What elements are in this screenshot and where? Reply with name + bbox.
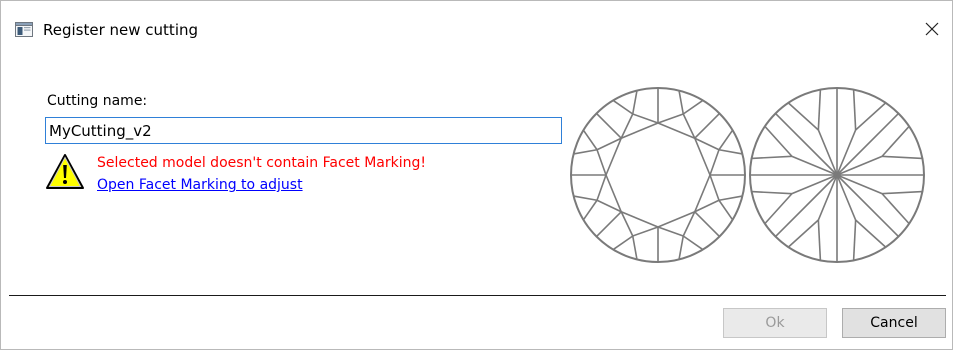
pavilion-lower-girdle-facet [817,89,822,131]
crown-diagram [570,87,746,263]
title-bar: Register new cutting [1,1,952,53]
pavilion-lower-girdle-facet [881,190,923,195]
pavilion-lower-girdle-facet [852,219,857,261]
crown-upper-girdle-facet [718,199,734,221]
facet-marking-error: Selected model doesn't contain Facet Mar… [97,155,426,171]
crown-upper-girdle-facet [682,235,704,251]
crown-star-facet [709,149,720,176]
close-icon [925,22,939,36]
pavilion-main-facet [774,174,838,238]
pavilion-lower-girdle-facet [855,102,887,131]
pavilion-lower-girdle-facet [751,190,793,195]
crown-star-facet [596,174,607,201]
crown-upper-girdle-facet [678,90,685,115]
crown-upper-girdle-facet [582,199,598,221]
crown-upper-girdle-facet [631,235,638,260]
crown-star-facet [657,113,684,124]
pavilion-diagram [749,87,925,263]
close-button[interactable] [912,13,952,45]
pavilion-lower-girdle-facet [881,125,910,157]
crown-bezel-facet [595,211,622,238]
crown-upper-girdle-facet [718,195,743,202]
crown-upper-girdle-facet [631,90,638,115]
window-app-icon [15,22,33,37]
warning-icon [46,154,84,189]
crown-star-facet [632,113,659,124]
crown-upper-girdle-facet [678,235,685,260]
crown-upper-girdle-facet [612,235,634,251]
register-cutting-dialog: Register new cutting Cutting name: Selec… [0,0,953,350]
pavilion-lower-girdle-facet [852,89,857,131]
pavilion-main-facet [836,112,900,176]
crown-upper-girdle-facet [612,99,634,115]
ok-button[interactable]: Ok [723,308,827,338]
pavilion-lower-girdle-facet [751,155,793,160]
pavilion-lower-girdle-facet [881,193,910,225]
crown-upper-girdle-facet [582,129,598,151]
crown-upper-girdle-facet [682,99,704,115]
pavilion-lower-girdle-facet [764,193,793,225]
pavilion-main-facet [836,174,900,238]
crown-upper-girdle-facet [573,195,598,202]
footer-separator [9,295,946,296]
dialog-title: Register new cutting [43,21,199,39]
cancel-button[interactable]: Cancel [842,308,946,338]
crown-upper-girdle-facet [718,129,734,151]
cutting-name-label: Cutting name: [47,93,148,109]
open-facet-marking-link[interactable]: Open Facet Marking to adjust [97,177,303,193]
crown-upper-girdle-facet [718,148,743,155]
pavilion-lower-girdle-facet [787,219,819,248]
pavilion-lower-girdle-facet [764,125,793,157]
crown-bezel-facet [694,112,721,139]
pavilion-lower-girdle-facet [881,155,923,160]
crown-star-facet [657,226,684,237]
pavilion-lower-girdle-facet [787,102,819,131]
crown-bezel-facet [595,112,622,139]
pavilion-lower-girdle-facet [855,219,887,248]
cutting-name-input[interactable] [45,117,562,144]
crown-bezel-facet [694,211,721,238]
pavilion-main-facet [774,112,838,176]
crown-star-facet [596,149,607,176]
crown-star-facet [709,174,720,201]
pavilion-lower-girdle-facet [817,219,822,261]
crown-upper-girdle-facet [573,148,598,155]
crown-star-facet [632,226,659,237]
